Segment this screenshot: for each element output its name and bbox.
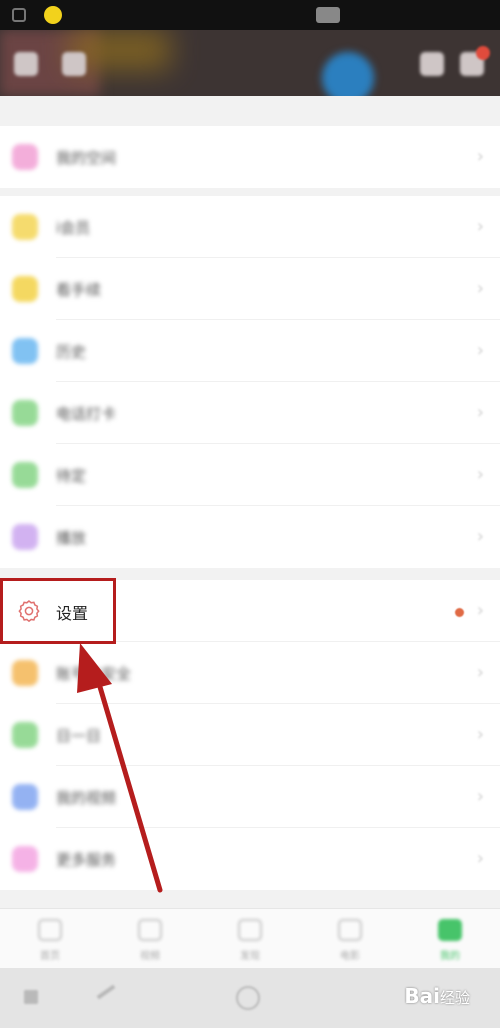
tab-label: 发现 <box>240 951 260 962</box>
bottom-tab-bar: 首页 视频 发现 电影 我的 <box>0 908 500 969</box>
tab-label: 我的 <box>440 951 460 962</box>
watermark-suffix: 经验 <box>439 989 470 1007</box>
home-button-icon[interactable] <box>236 986 260 1010</box>
user-icon <box>438 919 462 941</box>
tab-label: 电影 <box>340 951 360 962</box>
tab-label: 视频 <box>140 951 160 962</box>
tab-home[interactable]: 首页 <box>0 909 100 969</box>
tab-mine[interactable]: 我的 <box>400 909 500 969</box>
tab-movie[interactable]: 电影 <box>300 909 400 969</box>
system-nav-bar: Bai经验 <box>0 968 500 1028</box>
annotation-arrow <box>77 643 163 893</box>
video-icon <box>138 919 162 941</box>
watermark-brand: Bai <box>404 984 440 1008</box>
watermark: Bai经验 <box>404 984 470 1008</box>
tab-discover[interactable]: 发现 <box>200 909 300 969</box>
discover-icon <box>238 919 262 941</box>
movie-icon <box>338 919 362 941</box>
tab-label: 首页 <box>40 951 60 962</box>
home-icon <box>38 919 62 941</box>
back-icon[interactable] <box>24 990 38 1004</box>
tab-video[interactable]: 视频 <box>100 909 200 969</box>
recent-apps-icon[interactable] <box>96 984 116 1000</box>
